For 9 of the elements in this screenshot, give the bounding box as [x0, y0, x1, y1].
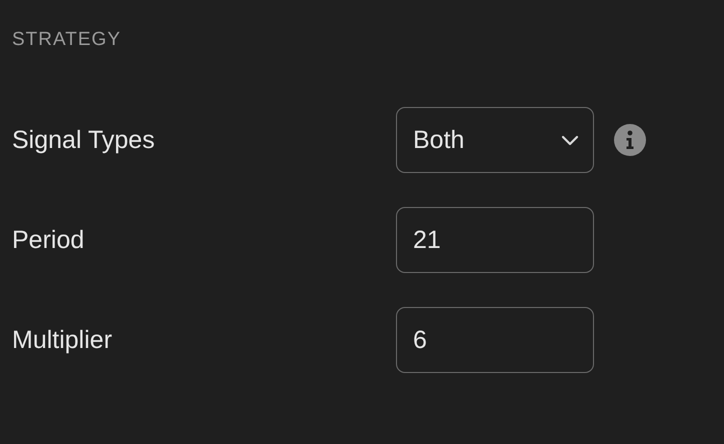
field-label: Multiplier [12, 326, 114, 354]
info-icon[interactable] [614, 124, 646, 156]
dropdown[interactable]: Both [396, 107, 594, 173]
field-label: Signal Types [12, 126, 156, 154]
input-field[interactable]: 21 [396, 207, 594, 273]
input-field[interactable]: 6 [396, 307, 594, 373]
field-label: Period [12, 226, 86, 254]
section-heading: STRATEGY [12, 29, 122, 51]
chevron-down-icon [561, 134, 579, 146]
